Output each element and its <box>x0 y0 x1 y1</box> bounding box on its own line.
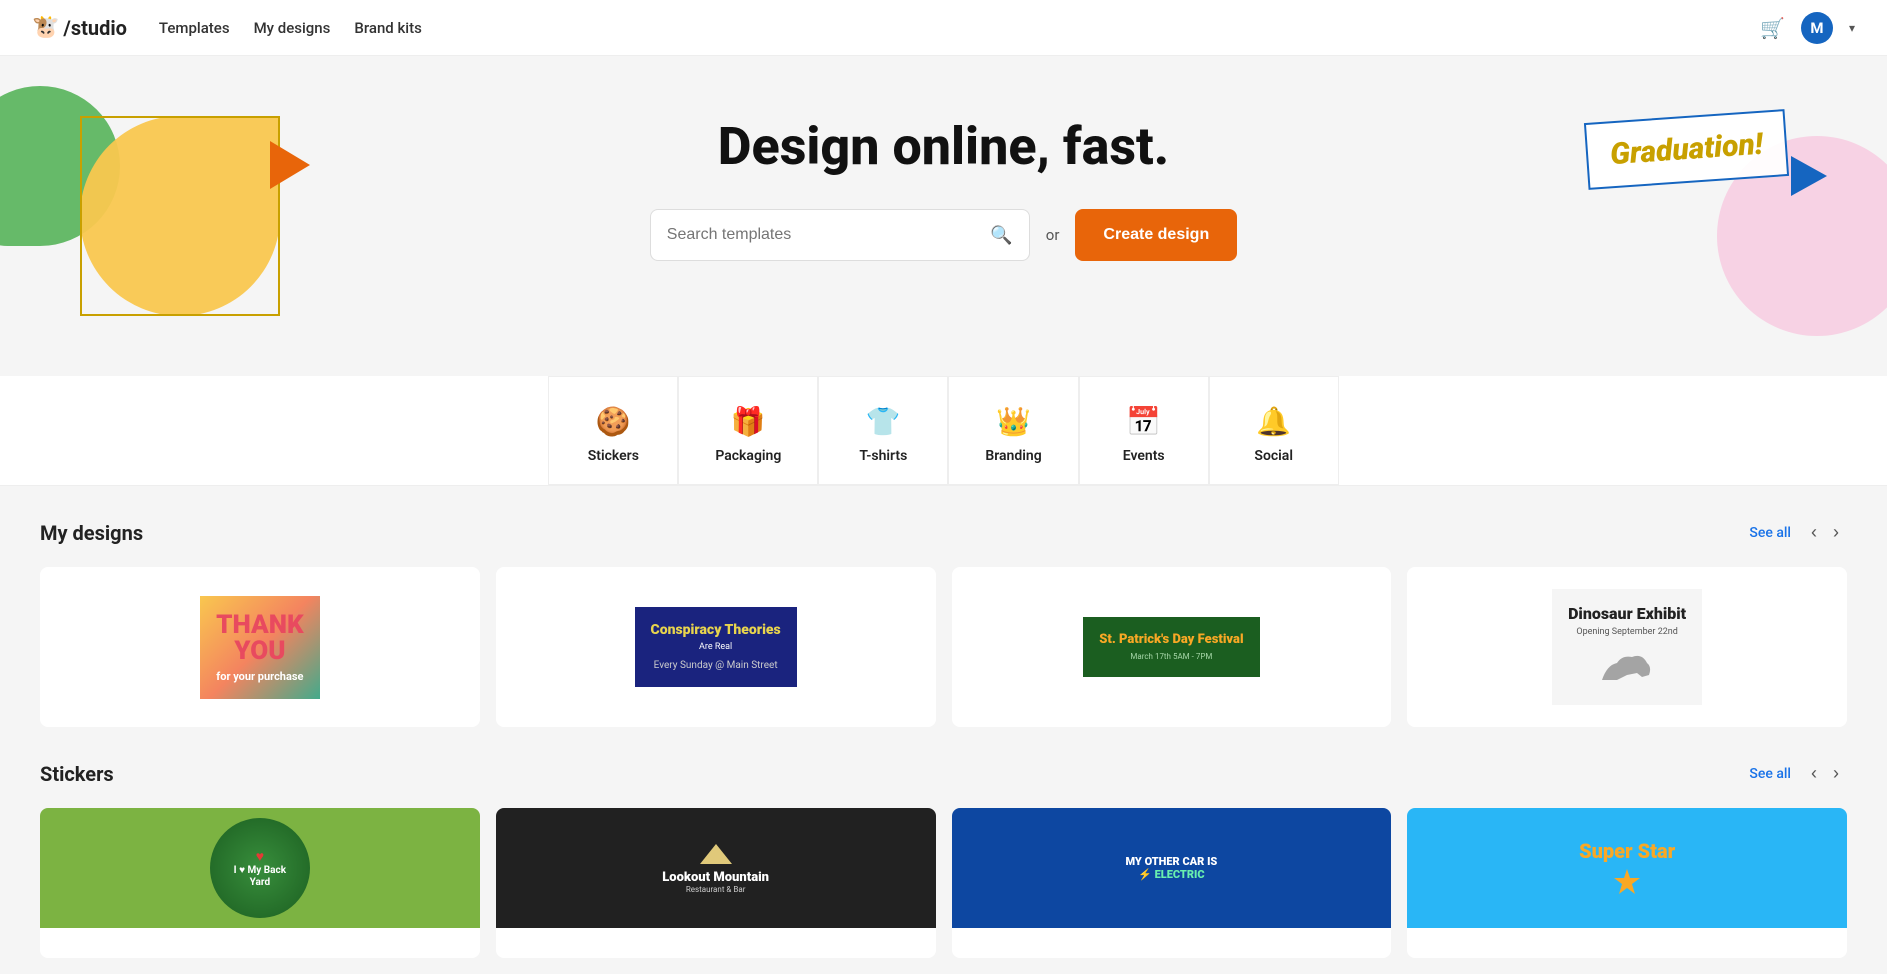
search-box: 🔍 <box>650 209 1030 261</box>
cat-label-stickers: Stickers <box>588 448 639 464</box>
hero-search-row: 🔍 or Create design <box>0 209 1887 261</box>
dinosaur-icon <box>1597 645 1657 685</box>
stickers-see-all[interactable]: See all <box>1749 766 1791 782</box>
hero-title: Design online, fast. <box>0 116 1887 177</box>
mountain-icon <box>696 842 736 866</box>
or-label: or <box>1046 226 1060 244</box>
sticker-sub-text: Restaurant & Bar <box>686 885 746 894</box>
stickers-title: Stickers <box>40 762 1749 786</box>
card-sub-text: Opening September 22nd <box>1568 627 1686 637</box>
my-designs-cards: THANKYOU for your purchase Conspiracy Th… <box>40 567 1847 727</box>
my-designs-title: My designs <box>40 521 1749 545</box>
category-item-branding[interactable]: 👑 Branding <box>948 376 1078 485</box>
sticker-main-text: Lookout Mountain <box>662 870 769 885</box>
cat-label-social: Social <box>1254 448 1293 464</box>
cat-label-t-shirts: T-shirts <box>859 448 907 464</box>
card-main-text: Conspiracy Theories <box>651 623 781 638</box>
sticker-card-inner: MY OTHER CAR IS ⚡ ELECTRIC <box>952 808 1392 928</box>
cat-icon-events: 📅 <box>1126 405 1161 438</box>
cat-icon-packaging: 🎁 <box>731 405 766 438</box>
design-card-stpatrick[interactable]: St. Patrick's Day Festival March 17th 5A… <box>952 567 1392 727</box>
logo-text: /studio <box>63 16 127 40</box>
search-icon: 🔍 <box>990 225 1012 246</box>
nav-brand-kits[interactable]: Brand kits <box>354 19 421 37</box>
my-designs-section: My designs See all ‹ › THANKYOU for your… <box>0 486 1887 743</box>
cart-icon[interactable]: 🛒 <box>1760 16 1785 40</box>
category-item-packaging[interactable]: 🎁 Packaging <box>678 376 818 485</box>
my-designs-next-button[interactable]: › <box>1825 518 1847 547</box>
category-item-events[interactable]: 📅 Events <box>1079 376 1209 485</box>
sticker-card-inner: Super Star <box>1407 808 1847 928</box>
sticker-highlight-text: ⚡ ELECTRIC <box>1138 868 1204 881</box>
cat-icon-stickers: 🍪 <box>596 405 631 438</box>
navbar-right: 🛒 M ▾ <box>1760 12 1855 44</box>
category-item-t-shirts[interactable]: 👕 T-shirts <box>818 376 948 485</box>
sticker-card-mountain[interactable]: Lookout Mountain Restaurant & Bar <box>496 808 936 958</box>
card-sub-text: Are Real <box>651 642 781 652</box>
logo[interactable]: 🐮 /studio <box>32 15 127 40</box>
avatar-dropdown-icon[interactable]: ▾ <box>1849 21 1855 35</box>
sticker-card-inner: ♥ I ♥ My Back Yard <box>40 808 480 928</box>
nav-my-designs[interactable]: My designs <box>254 19 331 37</box>
hero-section: Graduation! Design online, fast. 🔍 or Cr… <box>0 56 1887 376</box>
card-content: THANKYOU for your purchase <box>200 596 320 699</box>
stickers-cards: ♥ I ♥ My Back Yard Lookout Mountain Rest… <box>40 808 1847 958</box>
card-main-text: Dinosaur Exhibit <box>1568 605 1686 623</box>
logo-icon: 🐮 <box>32 15 59 40</box>
card-detail-text: Every Sunday @ Main Street <box>651 660 781 671</box>
cat-label-packaging: Packaging <box>715 448 781 464</box>
stickers-header: Stickers See all ‹ › <box>40 759 1847 788</box>
stickers-section: Stickers See all ‹ › ♥ I ♥ My Back Yard <box>0 743 1887 974</box>
sticker-content: ♥ I ♥ My Back Yard <box>210 818 310 918</box>
card-sub-text: March 17th 5AM - 7PM <box>1099 652 1243 661</box>
heart-icon: ♥ <box>256 848 264 865</box>
cat-icon-t-shirts: 👕 <box>866 405 901 438</box>
cat-label-branding: Branding <box>985 448 1041 464</box>
card-main-text: St. Patrick's Day Festival <box>1099 633 1243 647</box>
sticker-card-inner: Lookout Mountain Restaurant & Bar <box>496 808 936 928</box>
stickers-prev-button[interactable]: ‹ <box>1803 759 1825 788</box>
design-card-dinosaur[interactable]: Dinosaur Exhibit Opening September 22nd <box>1407 567 1847 727</box>
sticker-text: I ♥ My Back Yard <box>226 865 294 889</box>
design-card-inner: Dinosaur Exhibit Opening September 22nd <box>1407 567 1847 727</box>
design-card-conspiracy[interactable]: Conspiracy Theories Are Real Every Sunda… <box>496 567 936 727</box>
design-card-inner: Conspiracy Theories Are Real Every Sunda… <box>496 567 936 727</box>
card-content: St. Patrick's Day Festival March 17th 5A… <box>1083 617 1259 676</box>
sticker-text: MY OTHER CAR IS <box>1125 855 1217 868</box>
category-item-social[interactable]: 🔔 Social <box>1209 376 1339 485</box>
cat-label-events: Events <box>1123 448 1165 464</box>
category-item-stickers[interactable]: 🍪 Stickers <box>548 376 678 485</box>
categories-section: 🍪 Stickers 🎁 Packaging 👕 T-shirts 👑 Bran… <box>0 376 1887 486</box>
design-card-inner: THANKYOU for your purchase <box>40 567 480 727</box>
navbar: 🐮 /studio Templates My designs Brand kit… <box>0 0 1887 56</box>
sticker-card-electric[interactable]: MY OTHER CAR IS ⚡ ELECTRIC <box>952 808 1392 958</box>
my-designs-header: My designs See all ‹ › <box>40 518 1847 547</box>
main-nav: Templates My designs Brand kits <box>159 19 422 37</box>
card-main-text: THANKYOU <box>216 612 304 664</box>
sticker-text: Super Star <box>1579 839 1675 863</box>
design-card-inner: St. Patrick's Day Festival March 17th 5A… <box>952 567 1392 727</box>
card-sub-text: for your purchase <box>216 670 304 683</box>
my-designs-see-all[interactable]: See all <box>1749 525 1791 541</box>
create-design-button[interactable]: Create design <box>1075 209 1237 261</box>
card-content: Dinosaur Exhibit Opening September 22nd <box>1552 589 1702 705</box>
avatar[interactable]: M <box>1801 12 1833 44</box>
sticker-content: Super Star <box>1407 808 1847 928</box>
nav-templates[interactable]: Templates <box>159 19 230 37</box>
star-icon <box>1612 867 1642 897</box>
sticker-card-backyard[interactable]: ♥ I ♥ My Back Yard <box>40 808 480 958</box>
search-input[interactable] <box>667 226 991 244</box>
sticker-content: Lookout Mountain Restaurant & Bar <box>496 808 936 928</box>
card-content: Conspiracy Theories Are Real Every Sunda… <box>635 607 797 687</box>
sticker-content: MY OTHER CAR IS ⚡ ELECTRIC <box>952 808 1392 928</box>
cat-icon-social: 🔔 <box>1256 405 1291 438</box>
stickers-next-button[interactable]: › <box>1825 759 1847 788</box>
cat-icon-branding: 👑 <box>996 405 1031 438</box>
design-card-thankyou[interactable]: THANKYOU for your purchase <box>40 567 480 727</box>
my-designs-prev-button[interactable]: ‹ <box>1803 518 1825 547</box>
sticker-card-superstar[interactable]: Super Star <box>1407 808 1847 958</box>
